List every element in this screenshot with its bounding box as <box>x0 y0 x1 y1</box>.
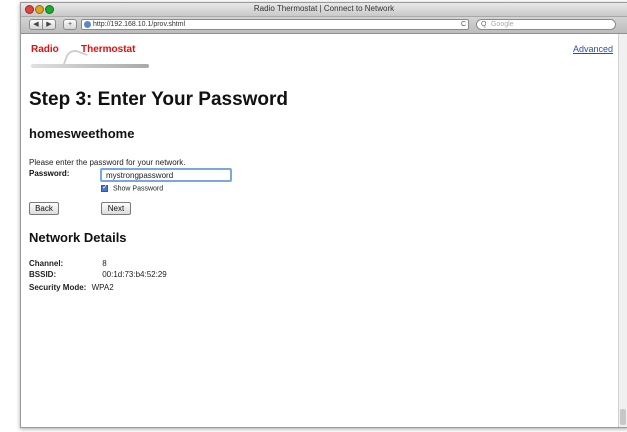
password-field[interactable] <box>100 168 232 182</box>
radio-thermostat-logo: Radio Thermostat <box>29 44 179 74</box>
back-button[interactable]: Back <box>29 202 59 215</box>
show-password-checkbox[interactable] <box>101 183 108 192</box>
logo-word-radio: Radio <box>31 44 59 55</box>
back-arrow-icon[interactable]: ◀ <box>29 19 43 30</box>
security-mode-label: Security Mode: <box>29 283 87 292</box>
add-bookmark-icon[interactable]: + <box>63 19 77 30</box>
browser-window: Radio Thermostat | Connect to Network ◀ … <box>20 2 627 428</box>
logo-word-thermostat: Thermostat <box>81 44 136 55</box>
reload-icon[interactable]: C <box>461 20 466 29</box>
bssid-value: 00:1d:73:b4:52:29 <box>102 270 167 279</box>
password-label: Password: <box>29 169 70 178</box>
security-mode-value: WPA2 <box>91 283 114 292</box>
url-text: http://192.168.10.1/prov.shtml <box>93 21 186 28</box>
password-prompt: Please enter the password for your netwo… <box>29 158 186 167</box>
page-content: Radio Thermostat Advanced Step 3: Enter … <box>21 34 619 427</box>
globe-icon <box>84 21 91 28</box>
channel-row: Channel: 8 <box>29 259 107 268</box>
next-button[interactable]: Next <box>101 202 131 215</box>
title-bar: Radio Thermostat | Connect to Network <box>21 3 627 17</box>
show-password-label: Show Password <box>112 185 164 193</box>
bssid-label: BSSID: <box>29 270 57 279</box>
vertical-scrollbar[interactable] <box>618 34 627 427</box>
browser-toolbar: ◀ ▶ + http://192.168.10.1/prov.shtml C Q… <box>21 17 627 34</box>
security-mode-row: Security Mode: WPA2 <box>29 283 114 292</box>
advanced-link[interactable]: Advanced <box>573 44 613 54</box>
search-placeholder: Google <box>491 21 514 28</box>
logo-bar-graphic <box>31 64 149 68</box>
search-icon: Q <box>481 21 487 28</box>
bssid-row: BSSID: 00:1d:73:b4:52:29 <box>29 270 167 279</box>
channel-value: 8 <box>102 259 107 268</box>
network-details-title: Network Details <box>29 230 127 245</box>
network-name: homesweethome <box>29 126 135 141</box>
page-title: Step 3: Enter Your Password <box>29 89 289 110</box>
channel-label: Channel: <box>29 259 64 268</box>
address-bar[interactable]: http://192.168.10.1/prov.shtml C <box>81 19 469 30</box>
forward-arrow-icon[interactable]: ▶ <box>42 19 56 30</box>
search-field[interactable]: Q Google <box>476 19 616 30</box>
show-password-row[interactable]: Show Password <box>101 183 164 193</box>
window-title: Radio Thermostat | Connect to Network <box>253 4 395 13</box>
scroll-arrows-icon[interactable] <box>620 409 626 425</box>
